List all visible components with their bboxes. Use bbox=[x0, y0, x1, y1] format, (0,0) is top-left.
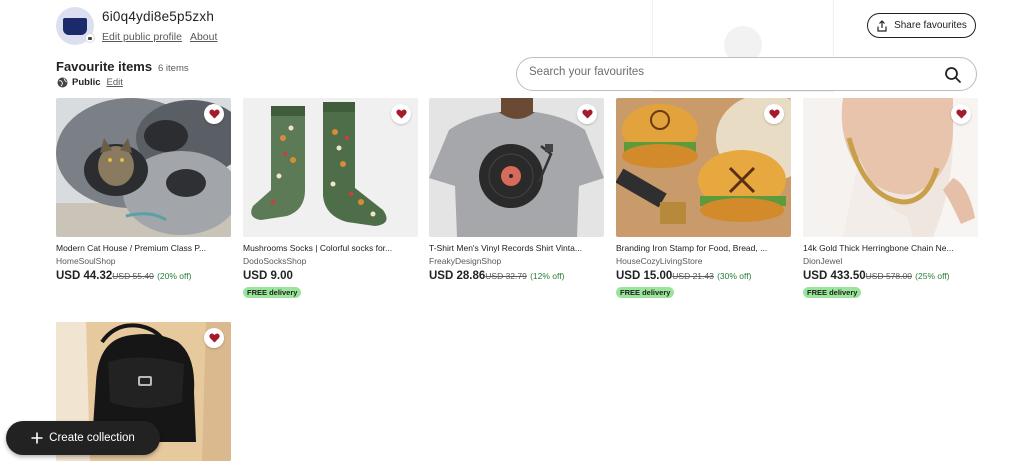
discount: (20% off) bbox=[157, 271, 192, 281]
search-bar bbox=[516, 57, 977, 91]
favourite-heart-button[interactable] bbox=[204, 104, 224, 124]
price-row: USD 44.32USD 55.40 (20% off) bbox=[56, 270, 231, 282]
price-row: USD 9.00 bbox=[243, 270, 418, 282]
heart-icon bbox=[395, 109, 407, 119]
section-title: Favourite items bbox=[56, 59, 153, 74]
price: USD 9.00 bbox=[243, 270, 293, 282]
discount: (12% off) bbox=[530, 271, 565, 281]
favourite-item[interactable]: Branding Iron Stamp for Food, Bread, ...… bbox=[616, 98, 791, 300]
share-favourites-label: Share favourites bbox=[894, 20, 967, 31]
item-title[interactable]: Branding Iron Stamp for Food, Bread, ... bbox=[616, 243, 791, 253]
price: USD 15.00 bbox=[616, 270, 673, 282]
item-title[interactable]: 14k Gold Thick Herringbone Chain Ne... bbox=[803, 243, 978, 253]
edit-profile-link[interactable]: Edit public profile bbox=[102, 31, 182, 43]
visibility-label: Public bbox=[72, 77, 101, 88]
price: USD 28.86 bbox=[429, 270, 486, 282]
shop-name: FreakyDesignShop bbox=[429, 256, 502, 266]
heart-icon bbox=[581, 109, 593, 119]
share-favourites-button[interactable]: Share favourites bbox=[867, 13, 976, 38]
username: 6i0q4ydi8e5p5zxh bbox=[102, 9, 215, 24]
camera-icon[interactable] bbox=[85, 33, 95, 43]
item-title[interactable]: T-Shirt Men's Vinyl Records Shirt Vinta.… bbox=[429, 243, 604, 253]
favourite-heart-button[interactable] bbox=[204, 328, 224, 348]
favourite-item[interactable]: 14k Gold Thick Herringbone Chain Ne... D… bbox=[803, 98, 978, 300]
heart-icon bbox=[208, 333, 220, 343]
product-image[interactable] bbox=[616, 98, 791, 237]
favourite-heart-button[interactable] bbox=[764, 104, 784, 124]
price-row: USD 15.00USD 21.43 (30% off) bbox=[616, 270, 791, 282]
free-delivery-badge: FREE delivery bbox=[616, 287, 675, 298]
heart-icon bbox=[768, 109, 780, 119]
product-image[interactable] bbox=[429, 98, 604, 237]
favourite-heart-button[interactable] bbox=[577, 104, 597, 124]
favourite-item[interactable]: Mushrooms Socks | Colorful socks for... … bbox=[243, 98, 418, 300]
visibility-row: Public Edit bbox=[57, 77, 123, 88]
search-input[interactable] bbox=[529, 66, 929, 78]
heart-icon bbox=[208, 109, 220, 119]
item-title[interactable]: Mushrooms Socks | Colorful socks for... bbox=[243, 243, 418, 253]
favourite-heart-button[interactable] bbox=[951, 104, 971, 124]
shop-name: HouseCozyLivingStore bbox=[616, 256, 703, 266]
price-row: USD 433.50USD 578.00 (25% off) bbox=[803, 270, 978, 282]
shop-name: DionJewel bbox=[803, 256, 843, 266]
original-price: USD 32.79 bbox=[485, 271, 527, 281]
original-price: USD 21.43 bbox=[672, 271, 714, 281]
heart-icon bbox=[955, 109, 967, 119]
original-price: USD 55.40 bbox=[112, 271, 154, 281]
favourite-item[interactable]: T-Shirt Men's Vinyl Records Shirt Vinta.… bbox=[429, 98, 604, 282]
product-image[interactable] bbox=[243, 98, 418, 237]
globe-icon bbox=[57, 77, 68, 88]
price-row: USD 28.86USD 32.79 (12% off) bbox=[429, 270, 604, 282]
shop-name: DodoSocksShop bbox=[243, 256, 307, 266]
price: USD 44.32 bbox=[56, 270, 113, 282]
shop-name: HomeSoulShop bbox=[56, 256, 116, 266]
price: USD 433.50 bbox=[803, 270, 866, 282]
profile-links: Edit public profile About bbox=[102, 31, 225, 43]
about-link[interactable]: About bbox=[190, 31, 217, 43]
favourite-heart-button[interactable] bbox=[391, 104, 411, 124]
product-image[interactable] bbox=[56, 98, 231, 237]
original-price: USD 578.00 bbox=[865, 271, 912, 281]
share-icon bbox=[877, 19, 887, 32]
product-image[interactable] bbox=[803, 98, 978, 237]
discount: (25% off) bbox=[915, 271, 950, 281]
discount: (30% off) bbox=[717, 271, 752, 281]
create-collection-label: Create collection bbox=[49, 432, 135, 444]
visibility-edit-link[interactable]: Edit bbox=[107, 77, 123, 88]
create-collection-button[interactable]: Create collection bbox=[6, 421, 160, 455]
free-delivery-badge: FREE delivery bbox=[803, 287, 862, 298]
item-count: 6 items bbox=[158, 63, 189, 74]
favourite-item[interactable]: Modern Cat House / Premium Class P... Ho… bbox=[56, 98, 231, 282]
item-title[interactable]: Modern Cat House / Premium Class P... bbox=[56, 243, 231, 253]
search-icon[interactable] bbox=[944, 66, 962, 84]
plus-icon bbox=[31, 432, 43, 444]
free-delivery-badge: FREE delivery bbox=[243, 287, 302, 298]
